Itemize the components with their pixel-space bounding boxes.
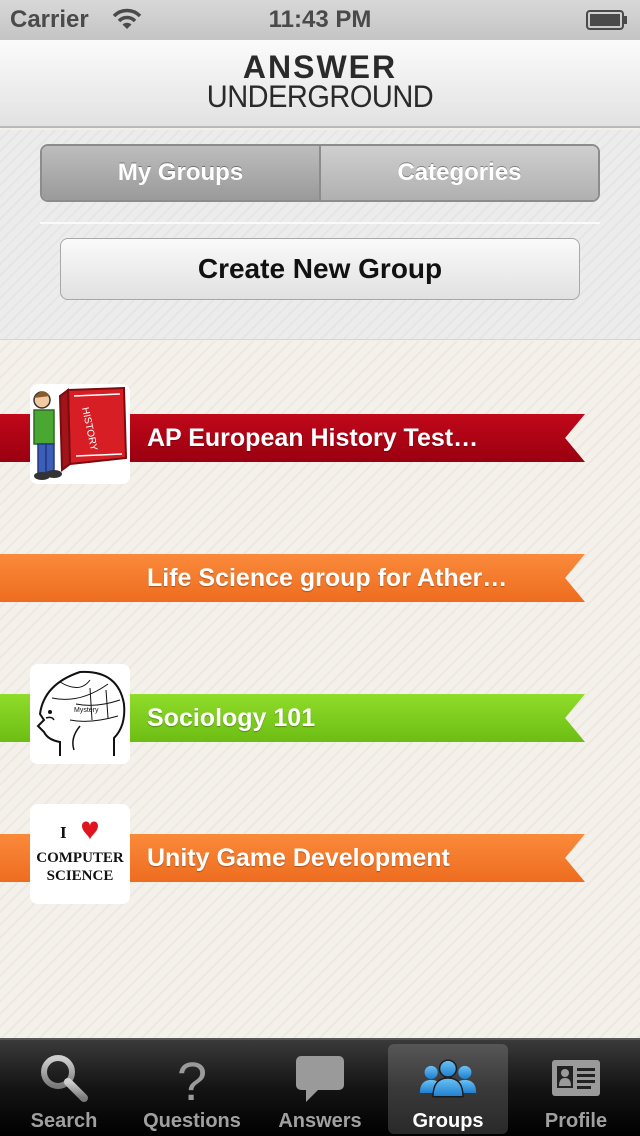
i-love-computer-science-icon: I COMPUTER SCIENCE: [30, 804, 130, 904]
group-title: Sociology 101: [147, 704, 316, 732]
tab-label: Profile: [544, 1110, 608, 1132]
cs-thumb-line1: I: [60, 823, 67, 842]
controls-divider: [40, 222, 600, 224]
app-logo: ANSWER UNDERGROUND: [0, 49, 640, 115]
phrenology-head-icon: Mystery: [30, 664, 130, 764]
create-new-group-button[interactable]: Create New Group: [60, 238, 580, 300]
tab-questions[interactable]: ? Questions: [128, 1040, 256, 1136]
tab-label: Answers: [278, 1110, 362, 1132]
tab-groups[interactable]: Groups: [384, 1040, 512, 1136]
svg-text:Mystery: Mystery: [74, 707, 99, 714]
battery-icon: [586, 10, 627, 30]
group-title: Life Science group for Ather…: [147, 564, 508, 592]
tab-profile[interactable]: Profile: [512, 1040, 640, 1136]
status-time: 11:43 PM: [268, 6, 372, 33]
groups-screen: Carrier 11:43 PM ANSWER UNDERGROUND My G…: [0, 0, 640, 1136]
groups-segmented-control: My Groups Categories: [40, 144, 600, 202]
tab-bar: Search ? Questions Answers Groups Profil…: [0, 1038, 640, 1136]
group-title: AP European History Test…: [147, 424, 479, 452]
status-bar: Carrier 11:43 PM: [0, 0, 640, 40]
logo-line-2: UNDERGROUND: [206, 79, 434, 115]
id-card-icon: [546, 1052, 606, 1104]
tab-search[interactable]: Search: [0, 1040, 128, 1136]
tab-answers[interactable]: Answers: [256, 1040, 384, 1136]
logo-line-1: ANSWER: [242, 49, 398, 85]
group-item[interactable]: Life Science group for Ather…: [0, 524, 640, 624]
group-item[interactable]: I COMPUTER SCIENCE Unity Game Developmen…: [0, 804, 640, 904]
tab-label: Search: [30, 1110, 98, 1132]
app-header: ANSWER UNDERGROUND: [0, 40, 640, 128]
speech-bubble-icon: [290, 1052, 350, 1104]
cs-thumb-line2: COMPUTER: [36, 850, 124, 866]
svg-text:?: ?: [177, 1052, 207, 1104]
search-icon: [34, 1052, 94, 1104]
categories-segment[interactable]: Categories: [321, 146, 598, 200]
question-icon: ?: [162, 1052, 222, 1104]
group-controls: My Groups Categories Create New Group: [0, 130, 640, 340]
group-item[interactable]: Mystery Sociology 101: [0, 664, 640, 764]
tab-label: Questions: [143, 1110, 241, 1132]
history-book-icon: HISTORY: [30, 384, 130, 484]
my-groups-segment[interactable]: My Groups: [42, 146, 321, 200]
group-item[interactable]: HISTORY AP European History Test…: [0, 384, 640, 484]
group-list: HISTORY AP European History Test… Life S…: [0, 341, 640, 1038]
people-icon: [418, 1052, 478, 1104]
cs-thumb-line3: SCIENCE: [47, 868, 114, 884]
group-title: Unity Game Development: [147, 844, 450, 872]
tab-label: Groups: [412, 1110, 484, 1132]
